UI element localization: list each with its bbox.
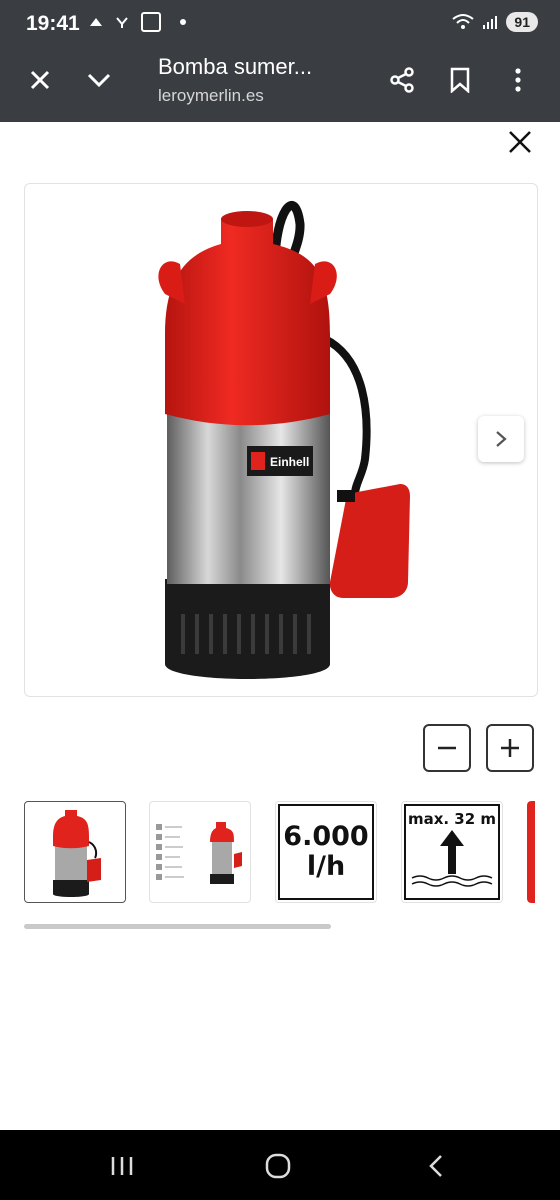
chevron-down-icon: [87, 73, 111, 88]
zoom-in-button[interactable]: [486, 724, 534, 772]
home-button[interactable]: [248, 1144, 308, 1188]
thumbnail-scrollbar[interactable]: [24, 924, 536, 929]
page-title: Bomba sumer...: [158, 54, 313, 79]
flow-rate-value: 6.000: [283, 821, 369, 852]
signal-icon: [483, 16, 498, 29]
page-url: leroymerlin.es: [158, 86, 264, 105]
depth-spec: max. 32 m: [404, 804, 500, 900]
flow-rate-unit: l/h: [306, 851, 346, 882]
status-time: 19:41: [26, 12, 80, 35]
more-options-button[interactable]: [496, 58, 540, 102]
share-icon: [390, 67, 414, 93]
minus-icon: [438, 746, 456, 750]
next-image-button[interactable]: [478, 416, 524, 462]
recent-apps-button[interactable]: [92, 1144, 152, 1188]
pump-illustration: Einhell: [158, 200, 410, 679]
system-navigation-bar: [0, 1130, 560, 1200]
features-thumbnail-image: [156, 822, 242, 884]
minimize-tab-button[interactable]: [77, 58, 121, 102]
thumbnail-1[interactable]: [24, 801, 126, 903]
brand-label: Einhell: [270, 455, 309, 469]
wifi-icon: [452, 14, 475, 29]
thumbnail-scrollbar-thumb[interactable]: [24, 924, 332, 929]
plus-icon: [501, 739, 519, 757]
more-vert-icon: [515, 68, 521, 92]
browser-top-bar: 19:41 91 Bomba sumer... leroymerlin.es: [0, 0, 560, 122]
close-icon: [509, 131, 531, 153]
thumbnail-5[interactable]: [527, 801, 560, 903]
close-gallery-button[interactable]: [498, 122, 542, 162]
status-notification-icons: [88, 12, 187, 32]
thumbnail-4[interactable]: max. 32 m: [401, 801, 503, 903]
battery-indicator: 91: [506, 12, 538, 32]
page-title-block[interactable]: Bomba sumer... leroymerlin.es: [158, 54, 358, 106]
dot-icon: [180, 19, 187, 25]
pump-thumbnail-image: [53, 810, 101, 897]
zoom-out-button[interactable]: [423, 724, 471, 772]
thumbnail-strip: 6.000 l/h max. 32 m: [24, 801, 560, 907]
recent-apps-icon: [111, 1157, 133, 1175]
bookmark-icon: [450, 67, 470, 93]
thumbnail-2[interactable]: [149, 801, 251, 903]
flow-rate-spec: 6.000 l/h: [278, 804, 374, 900]
main-product-image[interactable]: Einhell: [24, 183, 538, 697]
back-button[interactable]: [406, 1144, 466, 1188]
thumbnail-5-edge: [527, 801, 535, 903]
home-icon: [265, 1153, 291, 1179]
bookmark-button[interactable]: [438, 58, 482, 102]
cast-icon: [90, 18, 102, 26]
status-bar: 19:41 91: [0, 0, 560, 48]
back-icon: [429, 1155, 442, 1177]
notification-icon: [140, 12, 161, 32]
thumbnail-3[interactable]: 6.000 l/h: [275, 801, 377, 903]
network-icon: [116, 17, 129, 28]
custom-tab-app-bar: Bomba sumer... leroymerlin.es: [0, 48, 560, 122]
status-system-icons: 91: [452, 12, 538, 32]
chevron-right-icon: [496, 431, 507, 447]
close-icon: [30, 70, 50, 90]
share-button[interactable]: [380, 58, 424, 102]
arrow-up-icon: [411, 830, 493, 887]
close-tab-button[interactable]: [18, 58, 62, 102]
